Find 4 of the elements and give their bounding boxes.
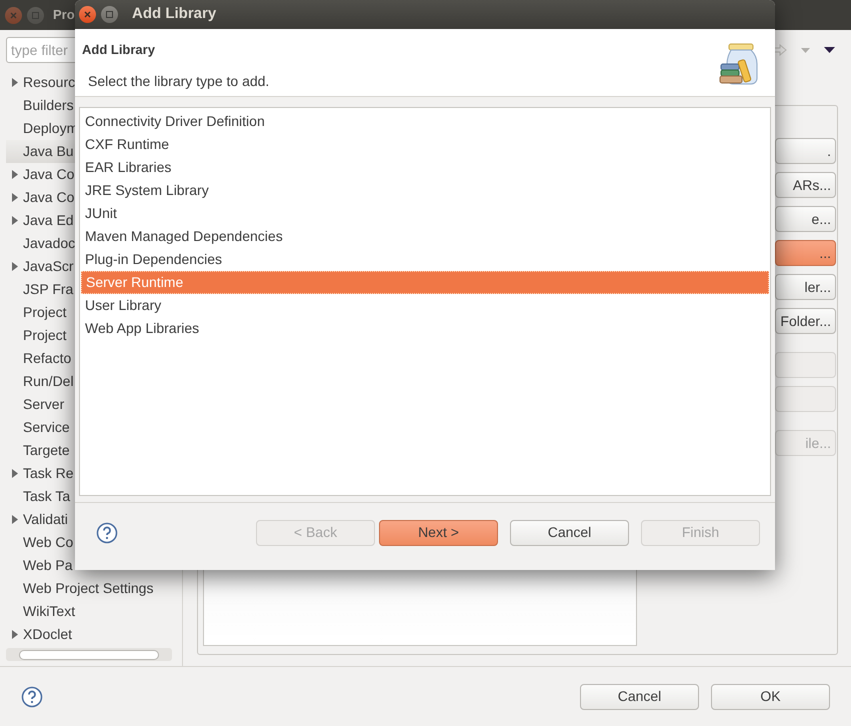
window-title: Pro (53, 6, 75, 24)
dialog-title: Add Library (132, 4, 216, 24)
header-message: Select the library type to add. (88, 72, 270, 91)
header-title: Add Library (82, 41, 156, 59)
